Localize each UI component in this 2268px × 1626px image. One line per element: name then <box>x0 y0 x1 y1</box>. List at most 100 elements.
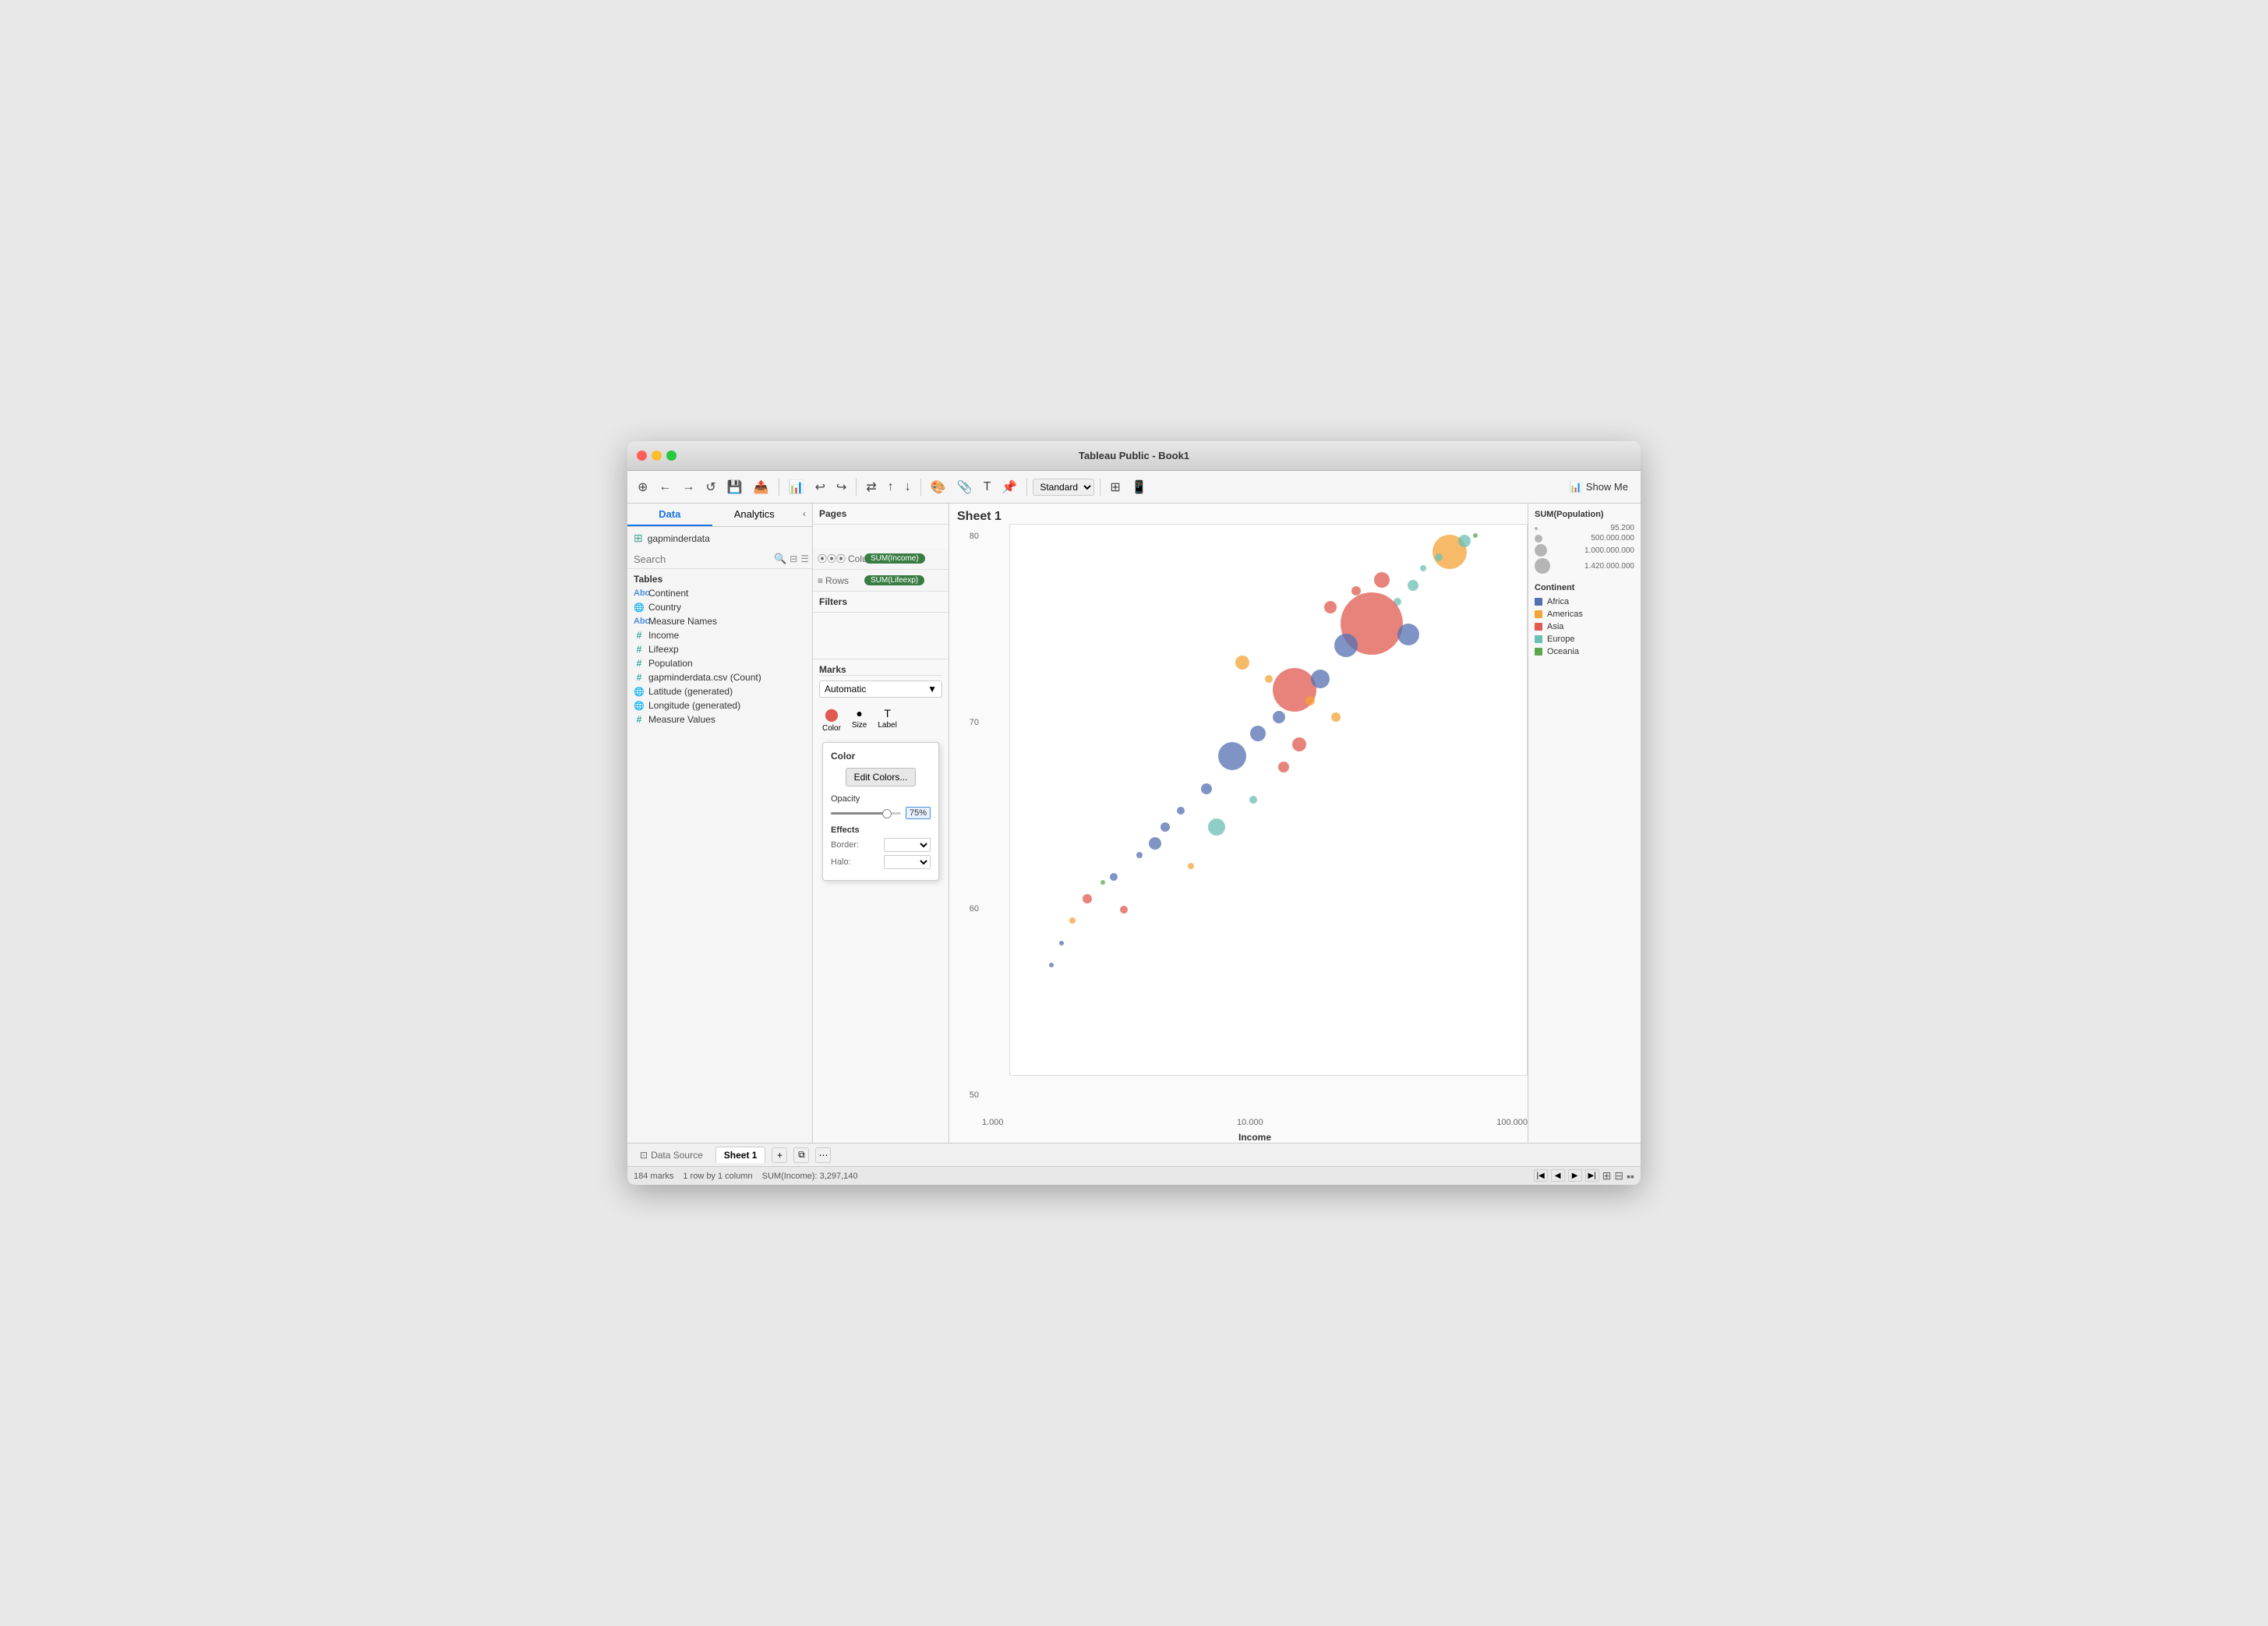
data-bubble[interactable] <box>1208 818 1225 836</box>
field-item[interactable]: 🌐Longitude (generated) <box>627 698 812 712</box>
save-button[interactable]: 💾 <box>723 477 747 497</box>
attach-button[interactable]: 📎 <box>953 477 977 497</box>
tableau-logo-button[interactable]: ⊕ <box>634 477 652 497</box>
prev-first-button[interactable]: |◀ <box>1534 1169 1548 1182</box>
data-bubble[interactable] <box>1292 737 1306 751</box>
tab-analytics[interactable]: Analytics <box>712 504 797 526</box>
field-item[interactable]: #Lifeexp <box>627 642 812 656</box>
device-button[interactable]: 📱 <box>1128 477 1151 497</box>
data-bubble[interactable] <box>1188 863 1194 869</box>
data-bubble[interactable] <box>1408 580 1418 591</box>
undo-button[interactable]: ↩ <box>811 477 829 497</box>
edit-colors-button[interactable]: Edit Colors... <box>846 768 917 786</box>
fit-button[interactable]: ⊞ <box>1106 477 1124 497</box>
rows-pill[interactable]: SUM(Lifeexp) <box>864 575 924 585</box>
field-item[interactable]: #Income <box>627 628 812 642</box>
sort-desc-button[interactable]: ↓ <box>901 478 915 497</box>
next-button[interactable]: ▶ <box>1568 1169 1582 1182</box>
redo-button[interactable]: ↪ <box>832 477 850 497</box>
data-bubble[interactable] <box>1250 726 1266 741</box>
viz-type-dropdown[interactable]: Standard <box>1033 479 1094 496</box>
reload-button[interactable]: ↺ <box>701 477 719 497</box>
data-bubble[interactable] <box>1311 670 1330 688</box>
halo-dropdown[interactable] <box>884 855 931 869</box>
data-bubble[interactable] <box>1160 822 1170 832</box>
data-bubble[interactable] <box>1120 906 1128 914</box>
sort-asc-button[interactable]: ↑ <box>884 478 898 497</box>
data-bubble[interactable] <box>1473 533 1478 538</box>
back-button[interactable]: ← <box>655 478 675 497</box>
show-me-button[interactable]: 📊 Show Me <box>1563 479 1634 496</box>
data-bubble[interactable] <box>1265 675 1273 683</box>
data-bubble[interactable] <box>1397 624 1419 645</box>
search-input[interactable] <box>634 553 771 565</box>
data-bubble[interactable] <box>1324 601 1337 613</box>
label-card[interactable]: T Label <box>874 704 899 736</box>
size-card[interactable]: ● Size <box>849 704 870 736</box>
data-bubble[interactable] <box>1069 917 1076 924</box>
list-view-icon[interactable]: ☰ <box>800 553 809 564</box>
forward-button[interactable]: → <box>678 478 698 497</box>
text-button[interactable]: T <box>980 478 995 497</box>
panel-collapse-button[interactable]: ‹ <box>797 504 812 526</box>
columns-pill[interactable]: SUM(Income) <box>864 553 925 564</box>
data-bubble[interactable] <box>1149 837 1161 850</box>
data-bubble[interactable] <box>1110 873 1118 881</box>
tab-data[interactable]: Data <box>627 504 712 526</box>
data-bubble[interactable] <box>1201 783 1212 794</box>
add-sheet-button[interactable]: + <box>772 1147 787 1163</box>
duplicate-sheet-button[interactable]: ⧉ <box>793 1147 809 1163</box>
tile-view-button[interactable]: ⊟ <box>1614 1169 1623 1182</box>
data-bubble[interactable] <box>1083 894 1092 903</box>
filter-icon[interactable]: ⊟ <box>790 553 797 564</box>
data-bubble[interactable] <box>1136 852 1143 858</box>
grid-view-button[interactable]: ⊞ <box>1602 1169 1612 1182</box>
swap-button[interactable]: ⇄ <box>862 477 880 497</box>
data-bubble[interactable] <box>1235 656 1249 670</box>
data-bubble[interactable] <box>1218 742 1246 770</box>
data-bubble[interactable] <box>1420 565 1426 571</box>
field-item[interactable]: #gapminderdata.csv (Count) <box>627 670 812 684</box>
data-bubble[interactable] <box>1305 696 1315 705</box>
marks-type-dropdown[interactable]: Automatic ▼ <box>819 680 942 698</box>
data-bubble[interactable] <box>1049 963 1054 967</box>
field-item[interactable]: 🌐Latitude (generated) <box>627 684 812 698</box>
data-bubble[interactable] <box>1059 941 1064 946</box>
pin-button[interactable]: 📌 <box>998 477 1021 497</box>
field-item[interactable]: #Population <box>627 656 812 670</box>
effects-label: Effects <box>831 825 931 835</box>
data-bubble[interactable] <box>1278 762 1289 772</box>
color-button[interactable]: 🎨 <box>927 477 950 497</box>
field-item[interactable]: #Measure Values <box>627 712 812 726</box>
data-bubble[interactable] <box>1177 807 1185 815</box>
size-icon: ● <box>856 707 862 719</box>
border-dropdown[interactable] <box>884 838 931 852</box>
data-bubble[interactable] <box>1100 880 1105 885</box>
data-source-tab[interactable]: ⊡ Data Source <box>634 1147 709 1163</box>
chart-type-button[interactable]: 📊 <box>785 477 808 497</box>
opacity-slider[interactable] <box>831 812 901 815</box>
next-last-button[interactable]: ▶| <box>1585 1169 1599 1182</box>
chart-plot[interactable] <box>1009 524 1528 1076</box>
close-button[interactable] <box>637 451 647 461</box>
separator-4 <box>1026 479 1027 496</box>
field-item[interactable]: AbcMeasure Names <box>627 614 812 628</box>
list-view-button[interactable]: ▪▪ <box>1627 1169 1634 1182</box>
publish-button[interactable]: 📤 <box>750 477 773 497</box>
field-item[interactable]: 🌐Country <box>627 600 812 614</box>
maximize-button[interactable] <box>666 451 677 461</box>
data-bubble[interactable] <box>1374 572 1390 588</box>
color-card[interactable]: ⬤ Color <box>819 704 844 736</box>
data-bubble[interactable] <box>1273 711 1285 723</box>
data-bubble[interactable] <box>1458 535 1471 547</box>
data-bubble[interactable] <box>1334 634 1358 657</box>
data-bubble[interactable] <box>1249 796 1257 804</box>
opacity-value[interactable]: 75% <box>906 807 931 819</box>
field-item[interactable]: AbcContinent <box>627 586 812 600</box>
data-bubble[interactable] <box>1331 712 1341 722</box>
prev-button[interactable]: ◀ <box>1551 1169 1565 1182</box>
sheet1-tab[interactable]: Sheet 1 <box>715 1147 766 1163</box>
more-options-button[interactable]: ⋯ <box>815 1147 831 1163</box>
minimize-button[interactable] <box>652 451 662 461</box>
data-bubble[interactable] <box>1435 553 1443 561</box>
